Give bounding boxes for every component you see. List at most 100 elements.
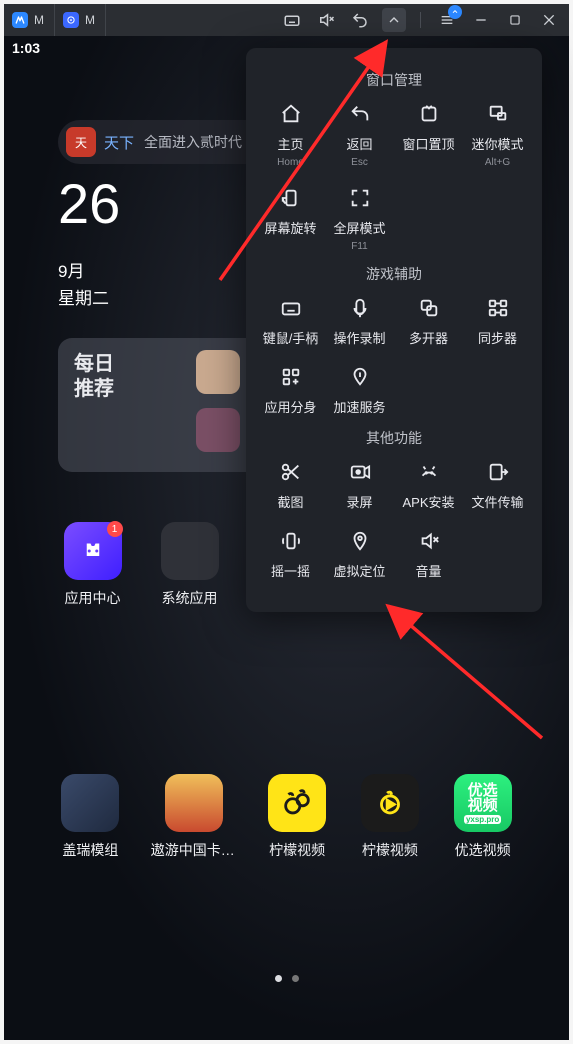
popup-item-label: 主页	[277, 134, 303, 153]
system-apps[interactable]: 系统应用	[155, 522, 224, 608]
app-icon	[61, 774, 119, 832]
tab-2[interactable]: M	[55, 4, 106, 36]
popup-item-sync[interactable]: 同步器	[463, 294, 532, 347]
date-month: 9月	[58, 258, 120, 285]
popup-item-speed[interactable]: 加速服务	[325, 363, 394, 416]
hamburger-icon[interactable]	[435, 8, 459, 32]
app-lemon-video-2[interactable]: 柠檬视频	[358, 774, 423, 860]
popup-section-title: 窗口管理	[252, 70, 536, 90]
home-icon	[277, 100, 305, 128]
rotate-icon	[277, 184, 305, 212]
popup-item-label: 文件传输	[471, 492, 523, 511]
titlebar-controls	[280, 8, 569, 32]
app-youxuan-video[interactable]: 优选 视频 yxsp.pro 优选视频	[450, 774, 515, 860]
app-icon	[165, 774, 223, 832]
popup-item-transfer[interactable]: 文件传输	[463, 458, 532, 511]
clone-icon	[277, 363, 305, 391]
popup-item-label: 加速服务	[333, 397, 385, 416]
popup-item-pin[interactable]: 窗口置顶	[394, 100, 463, 168]
popup-item-scissors[interactable]: 截图	[256, 458, 325, 511]
popup-section-title: 游戏辅助	[252, 264, 536, 284]
popup-item-label: 虚拟定位	[333, 561, 385, 580]
popup-item-sublabel: F11	[351, 241, 368, 252]
undo-icon[interactable]	[348, 8, 372, 32]
popup-item-label: 窗口置顶	[402, 134, 454, 153]
popup-item-label: APK安装	[402, 492, 454, 511]
app-center-icon: 1	[64, 522, 122, 580]
lemon-icon	[361, 774, 419, 832]
close-button[interactable]	[537, 8, 561, 32]
apps-row: 盖瑞模组 遨游中国卡车... 柠檬视频 柠檬视频 优选 视频 yxsp.pro …	[58, 774, 515, 860]
popup-item-record[interactable]: 操作录制	[325, 294, 394, 347]
popup-item-fullscreen[interactable]: 全屏模式 F11	[325, 184, 394, 252]
mini-icon	[484, 100, 512, 128]
popup-item-sublabel: Home	[277, 157, 304, 168]
tab-1[interactable]: M	[4, 4, 55, 36]
popup-item-label: 全屏模式	[333, 218, 385, 237]
speed-icon	[346, 363, 374, 391]
popup-item-sublabel: Alt+G	[485, 157, 510, 168]
daily-app-icon	[196, 350, 240, 394]
date-widget: 26 9月 星期二	[58, 176, 120, 312]
popup-item-location[interactable]: 虚拟定位	[325, 527, 394, 580]
tab-1-label: M	[34, 13, 44, 27]
popup-item-label: 返回	[346, 134, 372, 153]
fullscreen-icon	[346, 184, 374, 212]
app-icon	[63, 12, 79, 28]
popup-item-rotate[interactable]: 屏幕旋转	[256, 184, 325, 252]
popup-item-label: 键鼠/手柄	[263, 328, 319, 347]
popup-item-label: 操作录制	[333, 328, 385, 347]
popup-item-label: 摇一摇	[271, 561, 310, 580]
popup-item-multi[interactable]: 多开器	[394, 294, 463, 347]
popup-item-apk[interactable]: APK安装	[394, 458, 463, 511]
popup-item-sublabel: Esc	[351, 157, 368, 168]
pin-icon	[415, 100, 443, 128]
popup-item-back[interactable]: 返回 Esc	[325, 100, 394, 168]
popup-section-other: 截图 录屏 APK安装文件传输摇一摇 虚拟定位音量	[252, 458, 536, 580]
app-label: 遨游中国卡车...	[151, 840, 237, 860]
popup-section-game: 键鼠/手柄操作录制多开器同步器应用分身加速服务	[252, 294, 536, 416]
app-gary-mod[interactable]: 盖瑞模组	[58, 774, 123, 860]
keyboard-icon	[277, 294, 305, 322]
titlebar-divider	[420, 12, 421, 28]
app-label: 系统应用	[162, 588, 218, 608]
sync-icon	[484, 294, 512, 322]
popup-item-home[interactable]: 主页 Home	[256, 100, 325, 168]
app-label: 盖瑞模组	[62, 840, 118, 860]
popup-item-keyboard[interactable]: 键鼠/手柄	[256, 294, 325, 347]
mumu-icon	[12, 12, 28, 28]
popup-item-screenrec[interactable]: 录屏	[325, 458, 394, 511]
page-indicator	[4, 975, 569, 982]
app-lemon-video-1[interactable]: 柠檬视频	[265, 774, 330, 860]
popup-section-title: 其他功能	[252, 428, 536, 448]
mute-icon[interactable]	[314, 8, 338, 32]
popup-item-volume[interactable]: 音量	[394, 527, 463, 580]
shake-icon	[277, 527, 305, 555]
app-center[interactable]: 1 应用中心	[58, 522, 127, 608]
app-truck[interactable]: 遨游中国卡车...	[151, 774, 237, 860]
popup-item-mini[interactable]: 迷你模式 Alt+G	[463, 100, 532, 168]
volume-icon	[415, 527, 443, 555]
popup-item-label: 同步器	[478, 328, 517, 347]
popup-item-clone[interactable]: 应用分身	[256, 363, 325, 416]
app-label: 柠檬视频	[269, 840, 325, 860]
minimize-button[interactable]	[469, 8, 493, 32]
featured-app-icon: 天	[66, 127, 96, 157]
date-day: 26	[58, 176, 120, 232]
popup-item-label: 迷你模式	[471, 134, 523, 153]
screenrec-icon	[346, 458, 374, 486]
popup-item-label: 屏幕旋转	[264, 218, 316, 237]
page-dot[interactable]	[275, 975, 282, 982]
keyboard-icon[interactable]	[280, 8, 304, 32]
scissors-icon	[277, 458, 305, 486]
page-dot[interactable]	[292, 975, 299, 982]
app-label: 优选视频	[455, 840, 511, 860]
tab-2-label: M	[85, 13, 95, 27]
back-icon	[346, 100, 374, 128]
maximize-button[interactable]	[503, 8, 527, 32]
menu-chevron-icon[interactable]	[382, 8, 406, 32]
transfer-icon	[484, 458, 512, 486]
popup-item-shake[interactable]: 摇一摇	[256, 527, 325, 580]
date-weekday: 星期二	[58, 285, 120, 312]
popup-item-label: 截图	[277, 492, 303, 511]
